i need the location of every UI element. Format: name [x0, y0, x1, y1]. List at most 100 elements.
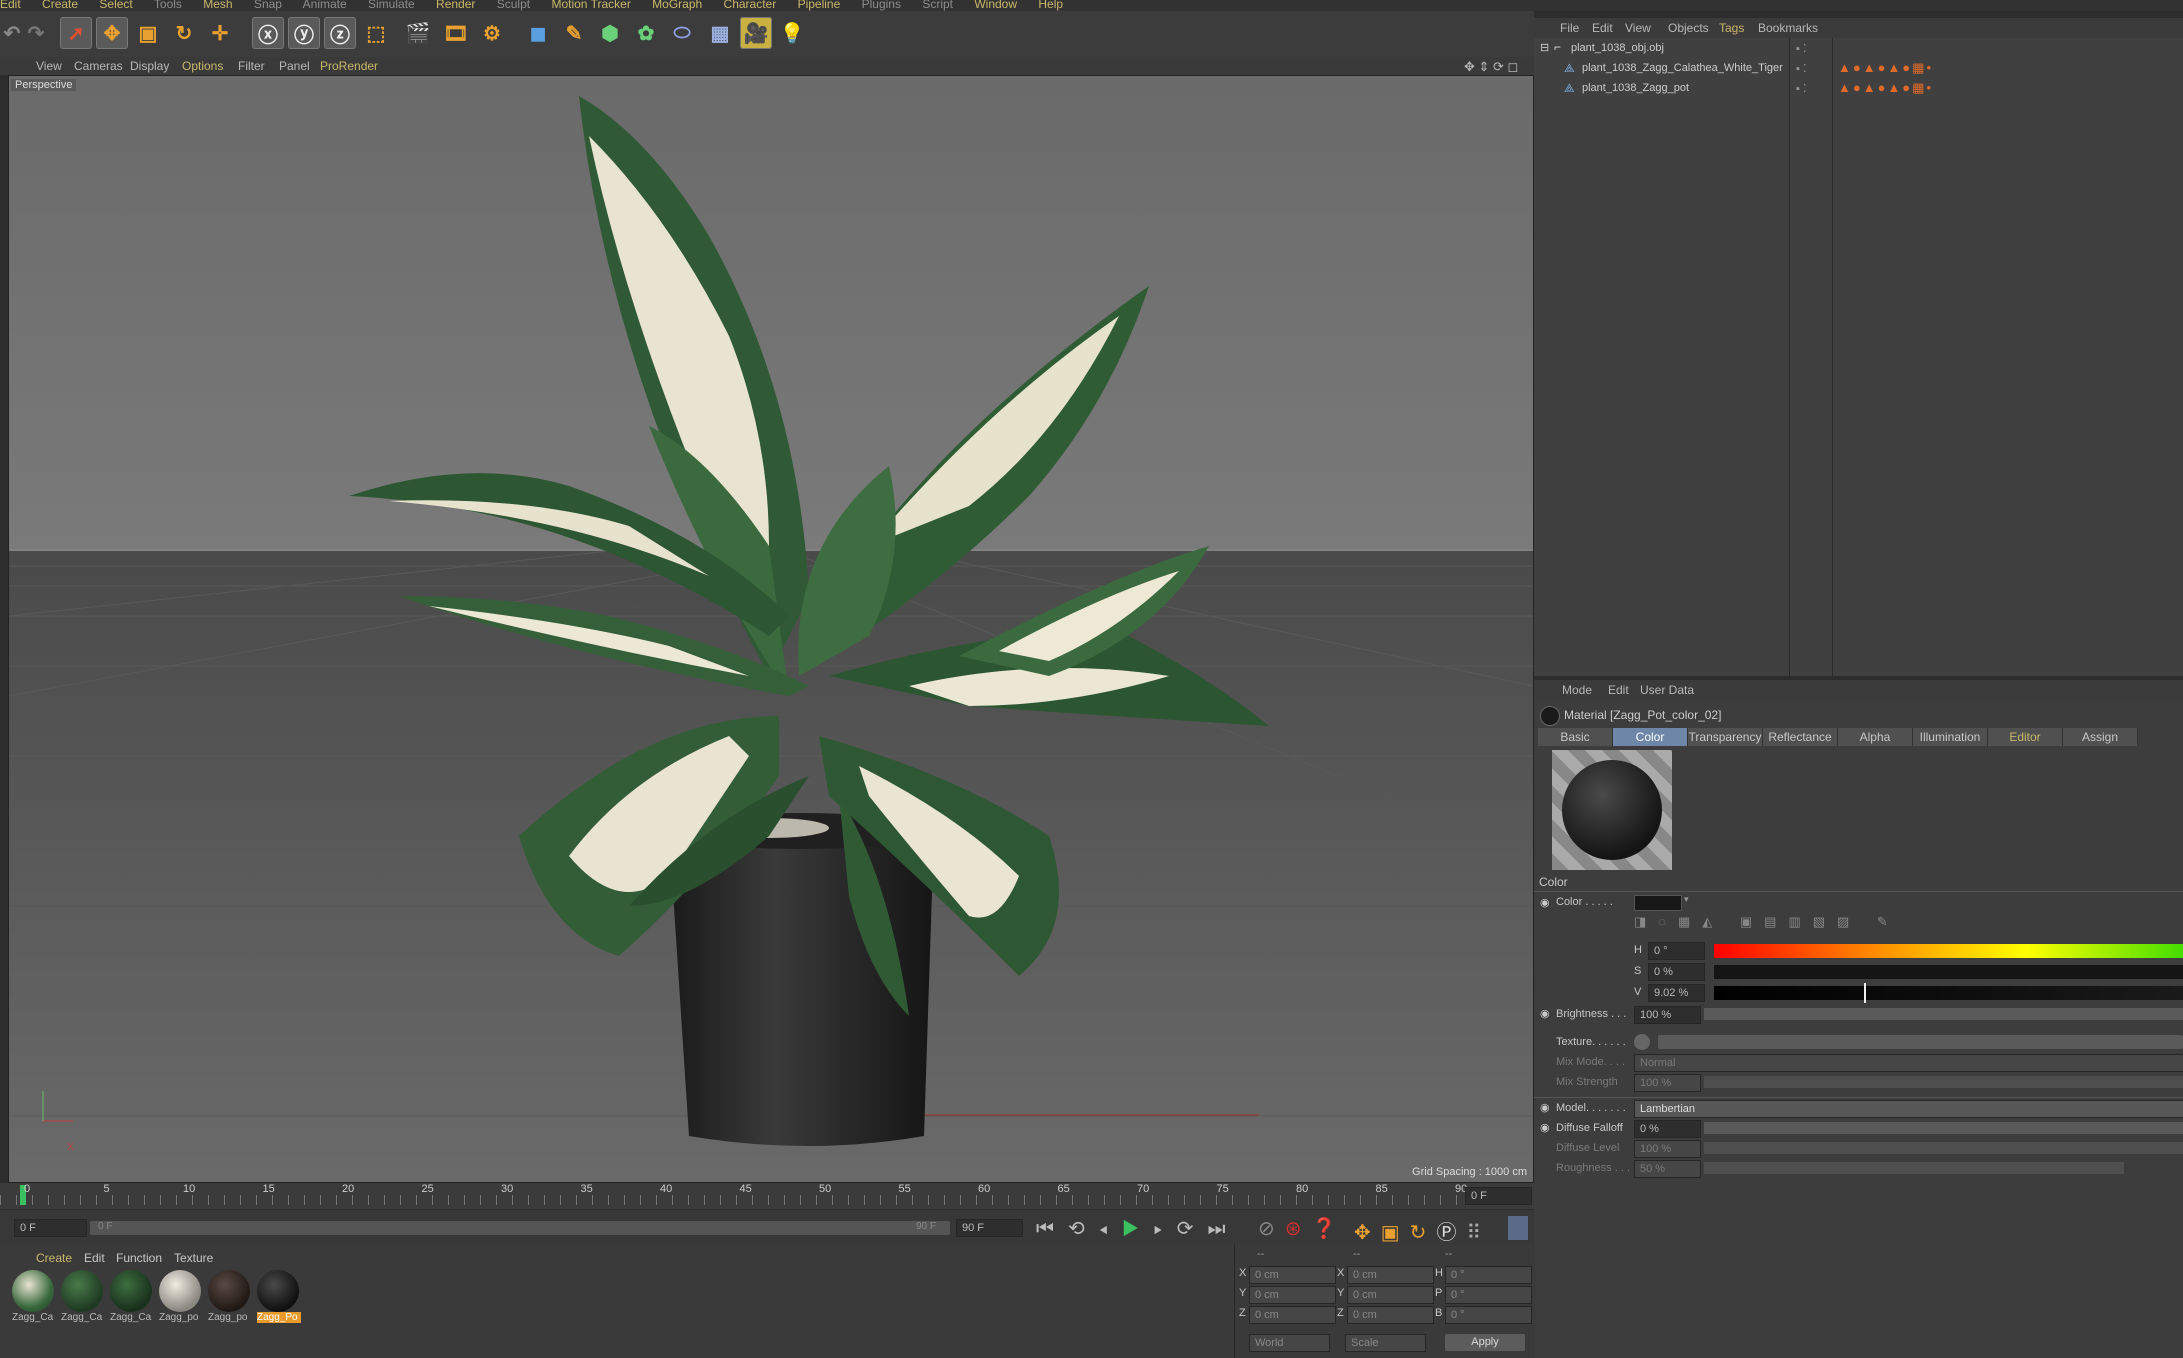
hue-slider[interactable] [1714, 944, 2183, 958]
dropdown-arrow-icon[interactable]: ▾ [1684, 894, 1689, 905]
viewport-menu-filter[interactable]: Filter [238, 59, 265, 73]
object-name[interactable]: plant_1038_obj.obj [1571, 42, 1664, 54]
deformer-icon[interactable]: ⬭ [666, 17, 698, 49]
visibility-icon[interactable]: ▪ ⁚ [1796, 82, 1806, 95]
objmenu-edit[interactable]: Edit [1592, 21, 1613, 35]
matmenu-create[interactable]: Create [36, 1251, 72, 1265]
scale-tool-icon[interactable]: ▣ [132, 17, 164, 49]
material-item[interactable]: Zagg_Ca [61, 1270, 105, 1323]
previous-key-icon[interactable]: ⟲ [1068, 1218, 1099, 1240]
menu-character[interactable]: Character [724, 0, 777, 11]
matmenu-edit[interactable]: Edit [84, 1251, 105, 1265]
attrmenu-edit[interactable]: Edit [1608, 683, 1629, 697]
floor-icon[interactable]: ▦ [704, 17, 736, 49]
color-picker-mode-icons[interactable]: ◨◌▦◭ ▣▤▥▧▨ ✎ [1634, 914, 1900, 930]
value-slider[interactable] [1714, 986, 2183, 1000]
range-slider[interactable]: 0 F 90 F [90, 1221, 950, 1235]
tab-illumination[interactable]: Illumination [1913, 728, 1988, 746]
roughness-slider[interactable] [1704, 1162, 2124, 1174]
current-frame-field[interactable]: 0 F [1465, 1187, 1532, 1205]
x-axis-lock-icon[interactable]: ⓧ [252, 17, 284, 49]
radio-icon[interactable]: ◉ [1540, 896, 1550, 909]
cloner-icon[interactable]: ✿ [630, 17, 662, 49]
move-tool-icon[interactable]: ✥ [96, 17, 128, 49]
position-z-field[interactable]: 0 cm [1249, 1306, 1336, 1324]
tab-assign[interactable]: Assign [2063, 728, 2138, 746]
max-frame-field[interactable]: 90 F [956, 1219, 1023, 1237]
saturation-field[interactable]: 0 % [1648, 963, 1705, 981]
matmenu-texture[interactable]: Texture [174, 1251, 213, 1265]
autokey-icon[interactable]: ❓ [1312, 1218, 1347, 1240]
render-view-icon[interactable]: 🎬 [402, 17, 434, 49]
object-row[interactable]: ⟁ plant_1038_Zagg_Calathea_White_Tiger ▪… [1534, 60, 2183, 78]
coordinate-system-icon[interactable]: ⬚ [360, 17, 392, 49]
tab-transparency[interactable]: Transparency [1688, 728, 1763, 746]
roughness-field[interactable]: 50 % [1634, 1160, 1701, 1178]
menu-mograph[interactable]: MoGraph [652, 0, 702, 11]
cube-icon[interactable]: ◼ [522, 17, 554, 49]
key-position-icon[interactable]: ✥ [1354, 1222, 1381, 1244]
color-swatch[interactable] [1634, 895, 1682, 911]
menu-edit[interactable]: Edit [0, 0, 21, 11]
diffuse-level-slider[interactable] [1704, 1142, 2183, 1154]
menu-snap[interactable]: Snap [254, 0, 282, 11]
viewport-menu-cameras[interactable]: Cameras [74, 59, 123, 73]
camera-icon[interactable]: 🎥 [740, 17, 772, 49]
material-tags-icon[interactable]: ▲●▲●▲●▦• [1838, 80, 1933, 96]
rotate-tool-icon[interactable]: ↻ [168, 17, 200, 49]
menu-sculpt[interactable]: Sculpt [497, 0, 530, 11]
menu-motion-tracker[interactable]: Motion Tracker [551, 0, 630, 11]
tab-reflectance[interactable]: Reflectance [1763, 728, 1838, 746]
menu-animate[interactable]: Animate [303, 0, 347, 11]
objmenu-objects[interactable]: Objects [1668, 21, 1709, 35]
record-keys-icon[interactable]: ⊘ [1258, 1218, 1285, 1240]
menu-help[interactable]: Help [1038, 0, 1063, 11]
object-row[interactable]: ⊟ ⌐ plant_1038_obj.obj ▪ ⁚ [1534, 40, 2183, 58]
viewport-menu-view[interactable]: View [36, 59, 62, 73]
viewport-menu-panel[interactable]: Panel [279, 59, 310, 73]
key-pla-icon[interactable]: ⠿ [1466, 1222, 1491, 1244]
brightness-field[interactable]: 100 % [1634, 1006, 1701, 1024]
menu-window[interactable]: Window [974, 0, 1017, 11]
material-item[interactable]: Zagg_po [159, 1270, 203, 1323]
play-icon[interactable]: ▶ [1122, 1218, 1154, 1240]
pen-spline-icon[interactable]: ✎ [558, 17, 590, 49]
texture-field[interactable] [1658, 1035, 2183, 1049]
recent-tool-icon[interactable]: ✛ [204, 17, 236, 49]
position-y-field[interactable]: 0 cm [1249, 1286, 1336, 1304]
tab-basic[interactable]: Basic [1538, 728, 1613, 746]
material-item[interactable]: Zagg_Ca [12, 1270, 56, 1323]
tab-color[interactable]: Color [1613, 728, 1688, 746]
object-name[interactable]: plant_1038_Zagg_Calathea_White_Tiger [1582, 62, 1783, 74]
redo-icon[interactable]: ↷ [20, 17, 52, 49]
y-axis-lock-icon[interactable]: ⓨ [288, 17, 320, 49]
viewport-menu-prorender[interactable]: ProRender [320, 59, 378, 73]
menu-plugins[interactable]: Plugins [862, 0, 901, 11]
hue-field[interactable]: 0 ° [1648, 942, 1705, 960]
diffuse-level-field[interactable]: 100 % [1634, 1140, 1701, 1158]
menu-select[interactable]: Select [99, 0, 132, 11]
render-settings-icon[interactable]: ⚙ [476, 17, 508, 49]
radio-icon[interactable]: ◉ [1540, 1007, 1550, 1020]
light-icon[interactable]: 💡 [776, 17, 808, 49]
material-item[interactable]: Zagg_Ca [110, 1270, 154, 1323]
mix-strength-slider[interactable] [1704, 1076, 2183, 1088]
brightness-slider[interactable] [1704, 1008, 2183, 1020]
world-select[interactable]: World [1249, 1334, 1330, 1352]
mix-strength-field[interactable]: 100 % [1634, 1074, 1701, 1092]
size-y-field[interactable]: 0 cm [1347, 1286, 1434, 1304]
value-field[interactable]: 9.02 % [1648, 984, 1705, 1002]
menu-render[interactable]: Render [436, 0, 475, 11]
render-picture-viewer-icon[interactable]: 🎞 [440, 17, 472, 49]
z-axis-lock-icon[interactable]: ⓩ [324, 17, 356, 49]
tab-editor[interactable]: Editor [1988, 728, 2063, 746]
menu-script[interactable]: Script [922, 0, 953, 11]
go-to-end-icon[interactable]: ⏭ [1208, 1218, 1240, 1240]
object-row[interactable]: ⟁ plant_1038_Zagg_pot ▪ ⁚ ▲●▲●▲●▦• [1534, 80, 2183, 98]
model-select[interactable]: Lambertian [1634, 1100, 2183, 1118]
go-to-start-icon[interactable]: ⏮ [1036, 1218, 1068, 1240]
matmenu-function[interactable]: Function [116, 1251, 162, 1265]
diffuse-falloff-slider[interactable] [1704, 1122, 2183, 1134]
scale-select[interactable]: Scale [1345, 1334, 1426, 1352]
material-tags-icon[interactable]: ▲●▲●▲●▦• [1838, 60, 1933, 76]
